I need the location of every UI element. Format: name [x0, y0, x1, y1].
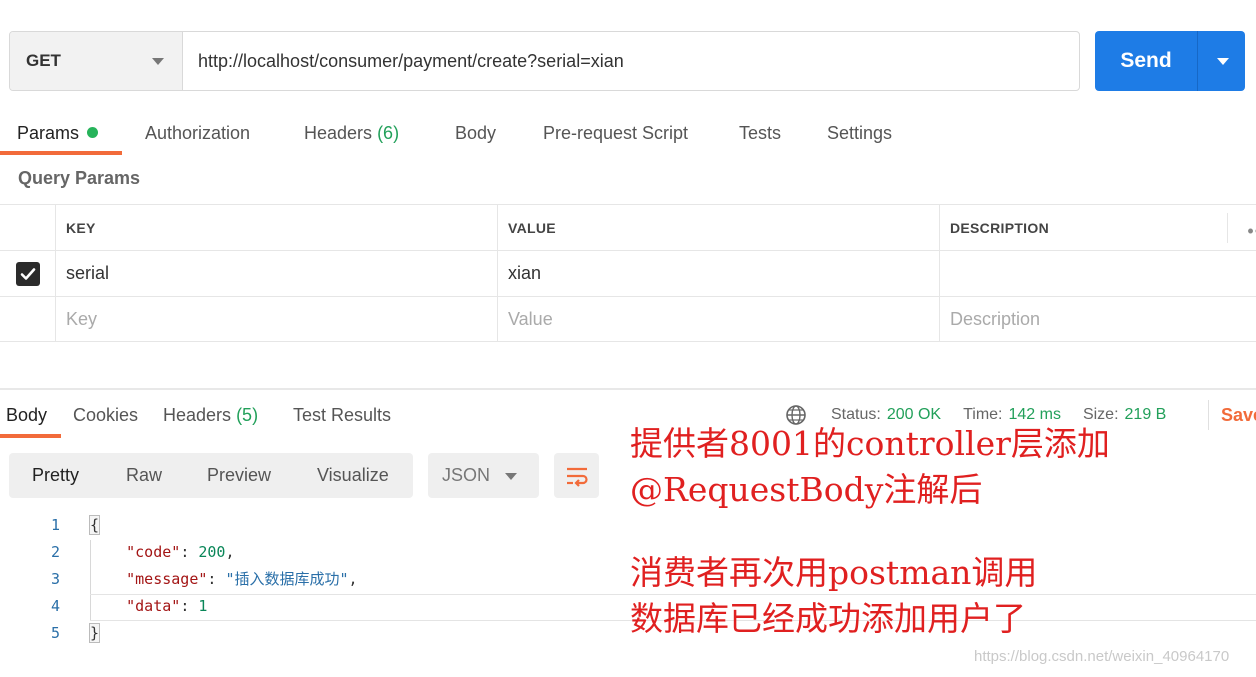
request-bar: GET http://localhost/consumer/payment/cr… — [9, 31, 1080, 91]
active-response-tab-indicator — [0, 434, 61, 438]
tab-pre-request-script[interactable]: Pre-request Script — [543, 110, 688, 156]
tab-tests[interactable]: Tests — [739, 110, 781, 156]
status-dot-icon — [87, 127, 99, 138]
column-divider — [1227, 213, 1228, 243]
save-response-button[interactable]: Save — [1208, 400, 1256, 430]
tab-body[interactable]: Body — [455, 110, 496, 156]
active-tab-indicator — [0, 151, 122, 155]
tab-settings[interactable]: Settings — [827, 110, 892, 156]
url-input[interactable]: http://localhost/consumer/payment/create… — [183, 32, 1079, 90]
new-description-input[interactable]: Description — [939, 297, 1256, 341]
param-enabled-checkbox[interactable] — [15, 261, 40, 286]
table-header-row: KEY VALUE DESCRIPTION •• — [0, 204, 1256, 250]
new-key-input[interactable]: Key — [55, 297, 497, 341]
param-description-input[interactable] — [939, 251, 1256, 296]
format-label: JSON — [442, 465, 491, 485]
view-visualize-button[interactable]: Visualize — [317, 453, 389, 498]
tab-headers[interactable]: Headers (6) — [304, 110, 399, 156]
params-table: KEY VALUE DESCRIPTION •• serial xian Key… — [0, 204, 1256, 342]
wrap-lines-icon — [566, 467, 588, 487]
row-check-cell — [0, 297, 55, 341]
response-tab-body[interactable]: Body — [6, 398, 47, 432]
column-header-description: DESCRIPTION — [939, 205, 1256, 250]
method-select[interactable]: GET — [10, 32, 183, 90]
annotation-line-2: @RequestBody注解后 — [630, 470, 983, 509]
chevron-down-icon — [152, 58, 164, 65]
view-pretty-button[interactable]: Pretty — [32, 453, 79, 498]
format-select[interactable]: JSON — [428, 453, 539, 498]
annotation-line-1: 提供者8001的controller层添加 — [630, 424, 1110, 463]
view-preview-button[interactable]: Preview — [207, 453, 271, 498]
response-tab-cookies[interactable]: Cookies — [73, 398, 138, 432]
view-raw-button[interactable]: Raw — [126, 453, 162, 498]
annotation-line-3: 消费者再次用postman调用 — [630, 553, 1038, 592]
chevron-down-icon — [505, 473, 517, 480]
column-header-value: VALUE — [497, 205, 939, 250]
method-label: GET — [26, 51, 61, 70]
check-icon — [20, 267, 35, 280]
response-tab-test-results[interactable]: Test Results — [293, 398, 391, 432]
response-tab-headers[interactable]: Headers (5) — [163, 398, 258, 432]
param-value-input[interactable]: xian — [497, 251, 939, 296]
send-button[interactable]: Send — [1095, 31, 1198, 91]
more-options-icon[interactable]: •• — [1247, 221, 1256, 242]
send-options-button[interactable] — [1198, 31, 1245, 91]
annotation-line-4: 数据库已经成功添加用户了 — [630, 599, 1026, 638]
query-params-title: Query Params — [18, 168, 141, 188]
tab-authorization[interactable]: Authorization — [145, 110, 250, 156]
send-button-group: Send — [1095, 31, 1245, 91]
view-mode-bar: Pretty Raw Preview Visualize — [9, 453, 413, 498]
chevron-down-icon — [1217, 58, 1229, 65]
wrap-lines-button[interactable] — [554, 453, 599, 498]
new-value-input[interactable]: Value — [497, 297, 939, 341]
param-key-input[interactable]: serial — [55, 251, 497, 296]
header-check-cell — [0, 205, 55, 250]
row-check-cell — [0, 251, 55, 296]
table-row: serial xian — [0, 250, 1256, 296]
response-divider[interactable] — [0, 388, 1256, 390]
column-header-key: KEY — [55, 205, 497, 250]
watermark: https://blog.csdn.net/weixin_40964170 — [974, 648, 1230, 665]
table-row-new: Key Value Description — [0, 296, 1256, 342]
tab-params[interactable]: Params — [17, 110, 99, 156]
